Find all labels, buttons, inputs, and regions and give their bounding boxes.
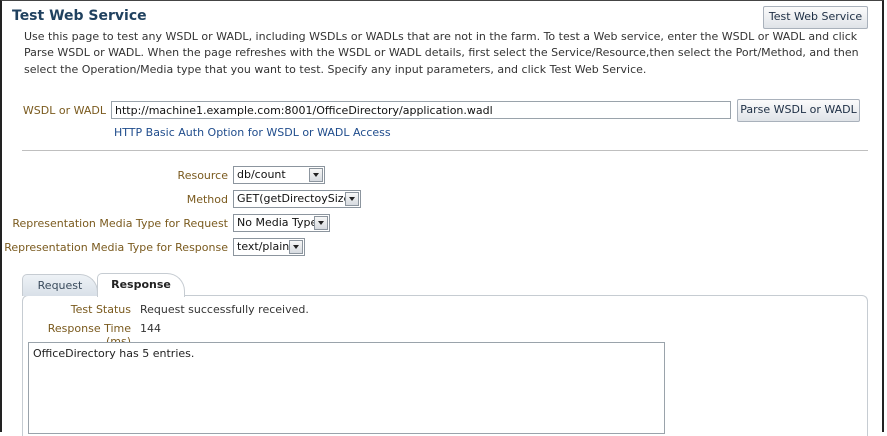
response-media-select[interactable]: text/plain — [233, 238, 305, 256]
request-media-select[interactable]: No Media Type — [233, 214, 330, 232]
parse-wsdl-button[interactable]: Parse WSDL or WADL — [737, 99, 860, 122]
tab-request[interactable]: Request — [22, 274, 98, 296]
wsdl-input[interactable]: http://machine1.example.com:8001/OfficeD… — [111, 101, 731, 119]
resource-label: Resource — [177, 169, 228, 182]
page-title: Test Web Service — [12, 8, 147, 24]
response-media-select-value: text/plain — [237, 240, 290, 253]
request-media-select-value: No Media Type — [237, 216, 318, 229]
section-divider — [22, 150, 868, 151]
method-label: Method — [186, 193, 228, 206]
test-web-service-button[interactable]: Test Web Service — [763, 6, 868, 29]
test-status-value: Request successfully received. — [140, 303, 309, 316]
response-media-label: Representation Media Type for Response — [4, 241, 228, 254]
chevron-down-icon[interactable] — [309, 168, 323, 182]
resource-select-value: db/count — [237, 168, 286, 181]
test-status-label: Test Status — [70, 303, 131, 316]
chevron-down-icon[interactable] — [345, 192, 359, 206]
response-body-textarea[interactable]: OfficeDirectory has 5 entries. — [28, 342, 665, 434]
method-select-value: GET(getDirectoySize) — [237, 192, 355, 205]
request-media-label: Representation Media Type for Request — [12, 217, 228, 230]
method-select[interactable]: GET(getDirectoySize) — [233, 190, 361, 208]
page-description: Use this page to test any WSDL or WADL, … — [24, 30, 859, 76]
response-time-value: 144 — [140, 322, 161, 335]
resource-select[interactable]: db/count — [233, 166, 325, 184]
chevron-down-icon[interactable] — [314, 216, 328, 230]
tab-response[interactable]: Response — [97, 273, 185, 297]
chevron-down-icon[interactable] — [289, 240, 303, 254]
wsdl-label: WSDL or WADL — [22, 104, 106, 117]
basic-auth-link[interactable]: HTTP Basic Auth Option for WSDL or WADL … — [114, 126, 391, 139]
